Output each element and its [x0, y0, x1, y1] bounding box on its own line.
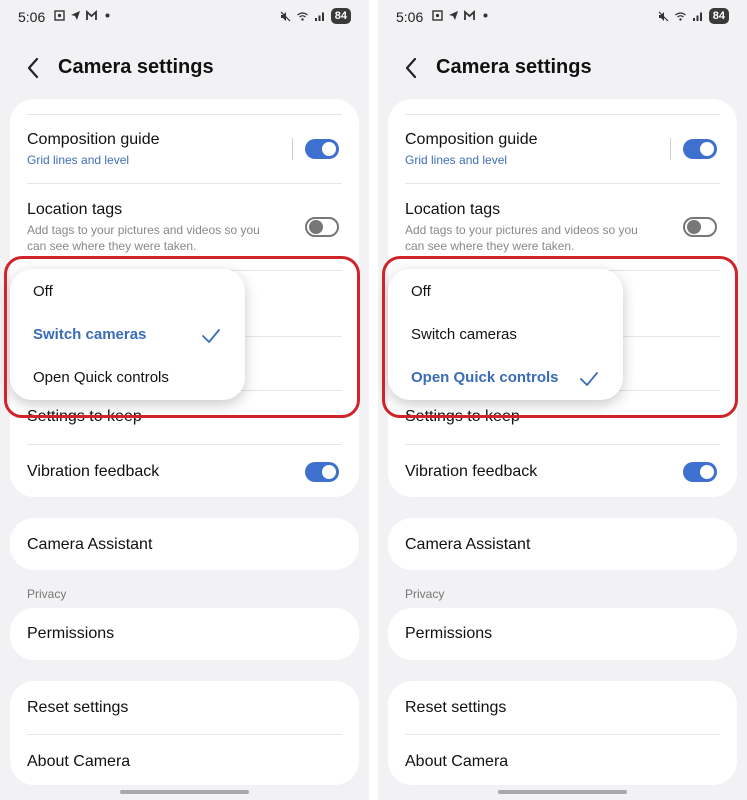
- camera-assistant-title: Camera Assistant: [405, 536, 531, 553]
- vibration-feedback-row[interactable]: Vibration feedback: [405, 463, 720, 481]
- signal-icon: [314, 12, 324, 21]
- send-icon: [71, 11, 80, 20]
- camera-assistant-title: Camera Assistant: [27, 536, 153, 553]
- location-tags-description: Add tags to your pictures and videos so …: [27, 223, 260, 253]
- misc-card: Reset settings About Camera: [388, 681, 737, 785]
- divider: [405, 734, 720, 735]
- back-arrow-icon[interactable]: [22, 56, 46, 80]
- camera-assistant-card[interactable]: Camera Assistant: [388, 518, 737, 570]
- camera-assistant-row[interactable]: Camera Assistant: [405, 536, 720, 554]
- permissions-title: Permissions: [27, 625, 115, 642]
- screenshot-icon: [432, 10, 443, 21]
- system-icons: 84: [658, 8, 729, 24]
- divider: [27, 114, 342, 115]
- page-title: Camera settings: [436, 56, 592, 78]
- location-tags-toggle[interactable]: [305, 217, 339, 237]
- send-icon: [449, 11, 458, 20]
- back-arrow-icon[interactable]: [400, 56, 424, 80]
- reset-settings-row[interactable]: Reset settings: [27, 699, 342, 717]
- status-time: 5:06: [18, 9, 46, 25]
- privacy-section-label: Privacy: [405, 587, 445, 601]
- privacy-section-label: Privacy: [27, 587, 67, 601]
- composition-guide-title: Composition guide: [405, 131, 538, 148]
- misc-card: Reset settings About Camera: [10, 681, 359, 785]
- location-tags-description: Add tags to your pictures and videos so …: [405, 223, 638, 253]
- camera-assistant-card[interactable]: Camera Assistant: [10, 518, 359, 570]
- about-camera-title: About Camera: [405, 753, 509, 770]
- about-camera-title: About Camera: [27, 753, 131, 770]
- composition-guide-summary: Grid lines and level: [27, 153, 130, 167]
- vibration-feedback-toggle[interactable]: [305, 462, 339, 482]
- phone-screen-left: 5:06 84 Camera settings Composition guid…: [0, 0, 369, 800]
- vibration-feedback-row[interactable]: Vibration feedback: [27, 463, 342, 481]
- permissions-card[interactable]: Permissions: [388, 608, 737, 660]
- composition-guide-title: Composition guide: [27, 131, 160, 148]
- divider: [27, 734, 342, 735]
- toggle-knob: [322, 142, 336, 156]
- highlight-box: [4, 256, 360, 418]
- system-icons: 84: [280, 8, 351, 24]
- screen-divider: [369, 0, 378, 800]
- location-tags-title: Location tags: [27, 201, 123, 218]
- highlight-box: [382, 256, 738, 418]
- status-time: 5:06: [396, 9, 424, 25]
- camera-assistant-row[interactable]: Camera Assistant: [27, 536, 342, 554]
- dot-icon: [483, 13, 488, 18]
- toggle-knob: [309, 220, 323, 234]
- navigation-handle[interactable]: [120, 790, 249, 794]
- reset-settings-title: Reset settings: [27, 699, 129, 716]
- battery-level: 84: [708, 8, 729, 24]
- divider: [405, 183, 720, 184]
- permissions-card[interactable]: Permissions: [10, 608, 359, 660]
- status-bar: 5:06 84: [378, 0, 747, 34]
- divider: [405, 444, 720, 445]
- composition-guide-row[interactable]: Composition guide Grid lines and level: [405, 131, 720, 167]
- title-bar: Camera settings: [378, 52, 747, 84]
- gmail-icon: [464, 10, 475, 20]
- permissions-row[interactable]: Permissions: [27, 625, 342, 643]
- location-tags-toggle[interactable]: [683, 217, 717, 237]
- screenshot-icon: [54, 10, 65, 21]
- battery-level: 84: [330, 8, 351, 24]
- mute-icon: [280, 11, 291, 21]
- permissions-row[interactable]: Permissions: [405, 625, 720, 643]
- toggle-knob: [687, 220, 701, 234]
- notification-icons: [432, 10, 491, 21]
- gmail-icon: [86, 10, 97, 20]
- notification-icons: [54, 10, 113, 21]
- signal-icon: [692, 12, 702, 21]
- composition-guide-toggle[interactable]: [305, 139, 339, 159]
- title-bar: Camera settings: [0, 52, 369, 84]
- phone-screen-right: 5:06 84 Camera settings Composition guid…: [378, 0, 747, 800]
- dot-icon: [105, 13, 110, 18]
- toggle-knob: [700, 465, 714, 479]
- vibration-feedback-toggle[interactable]: [683, 462, 717, 482]
- toggle-knob: [700, 142, 714, 156]
- wifi-icon: [674, 11, 686, 21]
- location-tags-title: Location tags: [405, 201, 501, 218]
- toggle-knob: [322, 465, 336, 479]
- divider-vertical: [670, 138, 671, 160]
- divider: [27, 183, 342, 184]
- navigation-handle[interactable]: [498, 790, 627, 794]
- about-camera-row[interactable]: About Camera: [405, 753, 720, 771]
- permissions-title: Permissions: [405, 625, 493, 642]
- location-tags-row[interactable]: Location tags Add tags to your pictures …: [405, 201, 720, 254]
- page-title: Camera settings: [58, 56, 214, 78]
- composition-guide-summary: Grid lines and level: [405, 153, 508, 167]
- reset-settings-row[interactable]: Reset settings: [405, 699, 720, 717]
- divider-vertical: [292, 138, 293, 160]
- composition-guide-toggle[interactable]: [683, 139, 717, 159]
- wifi-icon: [296, 11, 308, 21]
- vibration-feedback-title: Vibration feedback: [405, 463, 538, 480]
- divider: [27, 444, 342, 445]
- vibration-feedback-title: Vibration feedback: [27, 463, 160, 480]
- about-camera-row[interactable]: About Camera: [27, 753, 342, 771]
- divider: [405, 114, 720, 115]
- status-bar: 5:06 84: [0, 0, 369, 34]
- mute-icon: [658, 11, 669, 21]
- reset-settings-title: Reset settings: [405, 699, 507, 716]
- location-tags-row[interactable]: Location tags Add tags to your pictures …: [27, 201, 342, 254]
- composition-guide-row[interactable]: Composition guide Grid lines and level: [27, 131, 342, 167]
